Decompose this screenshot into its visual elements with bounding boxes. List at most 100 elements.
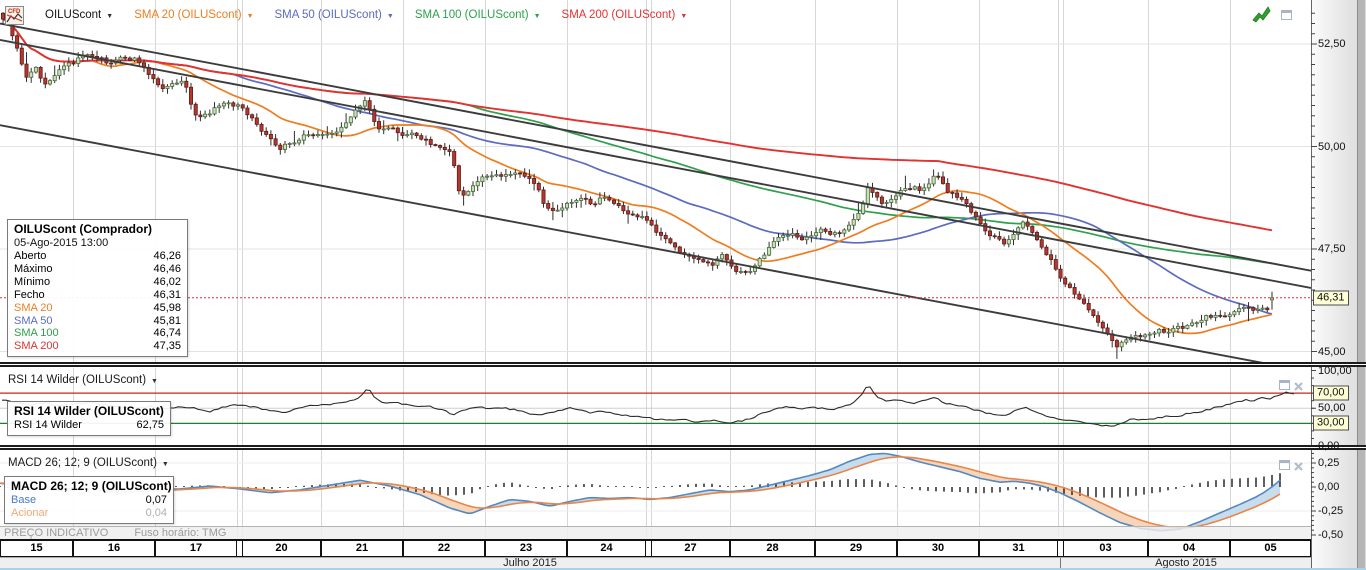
restore-window-icon[interactable]: [1281, 10, 1292, 20]
indicator-label: SMA 100 (OILUScont): [414, 9, 529, 21]
tooltip-title: MACD 26; 12; 9 (OILUScont): [11, 479, 172, 493]
chevron-down-icon: ▼: [151, 377, 158, 385]
candlestick-series: [0, 12, 1275, 359]
ohlc-tooltip: OILUScont (Comprador) 05-Ago-2015 13:00 …: [7, 219, 188, 358]
instrument-selector[interactable]: OILUScont ▼: [45, 9, 113, 21]
tooltip-row-value: 47,35: [153, 340, 181, 353]
day-label[interactable]: 15: [0, 541, 73, 556]
day-label[interactable]: 20: [242, 541, 321, 556]
price-tick-label: 52,50: [1318, 38, 1346, 50]
tooltip-row: Acionar 0,04: [11, 507, 167, 520]
rsi-tick-label: 0,00: [1318, 440, 1340, 452]
trendline-1: [0, 22, 1311, 272]
rsi-panel-header[interactable]: RSI 14 Wilder (OILUScont) ▼: [8, 374, 158, 386]
day-label[interactable]: 29: [815, 541, 897, 556]
rsi-header-label: RSI 14 Wilder (OILUScont): [8, 374, 147, 386]
chart-canvas[interactable]: [0, 0, 1366, 570]
tooltip-row-value: 0,04: [145, 506, 167, 519]
day-label[interactable]: 30: [897, 541, 979, 556]
chevron-down-icon: ▼: [386, 12, 394, 20]
indicator-selectors: SMA 20 (OILUScont) ▼ SMA 50 (OILUScont) ▼ SM…: [134, 9, 687, 21]
tooltip-row-label: SMA 20: [14, 301, 53, 314]
tooltip-row-value: 46,46: [153, 262, 181, 275]
indicative-price-label: PREÇO INDICATIVO: [4, 527, 109, 539]
tooltip-row-value: 62,75: [136, 419, 164, 431]
price-tick-label: 45,00: [1318, 345, 1346, 358]
price-tick-label: 50,00: [1318, 140, 1346, 153]
tooltip-row-value: 45,81: [153, 314, 181, 327]
indicator-selector[interactable]: SMA 20 (OILUScont) ▼: [134, 9, 253, 21]
indicator-selector[interactable]: SMA 200 (OILUScont) ▼: [562, 9, 688, 21]
timezone-label: Fuso horário: TMG: [134, 527, 227, 539]
time-axis-days[interactable]: 15 16 17 20 21 22 23 24 27 28 29 30 31 03 04 05: [0, 539, 1311, 557]
tooltip-row: SMA 50 45,81: [14, 315, 181, 328]
tooltip-row: Base 0,07: [11, 494, 167, 507]
tooltip-row-value: 45,98: [153, 301, 181, 314]
macd-panel: [0, 452, 1281, 532]
macd-tick-label: 0,25: [1318, 457, 1340, 469]
rsi-tooltip: RSI 14 Wilder (OILUScont) RSI 14 Wilder 6…: [7, 401, 171, 436]
gridlines: [0, 0, 1312, 538]
tooltip-row-label: Base: [11, 494, 37, 506]
rsi-tick-label: 50,00: [1318, 402, 1346, 415]
day-label[interactable]: 16: [73, 541, 155, 556]
indicator-selector[interactable]: SMA 50 (OILUScont) ▼: [275, 9, 394, 21]
tooltip-row-label: SMA 200: [14, 340, 59, 353]
macd-tick-label: 0,00: [1318, 481, 1340, 493]
candlestick-panel: [0, 12, 1311, 362]
day-label[interactable]: 04: [1148, 541, 1230, 556]
chevron-down-icon: ▼: [161, 460, 169, 468]
day-label[interactable]: 27: [651, 541, 730, 556]
indicator-label: SMA 20 (OILUScont): [134, 9, 242, 21]
rsi-tick-label: 30,00: [1313, 415, 1349, 431]
trading-chart-window: CFD OILUScont ▼ SMA 20 (OILUScont) ▼ SMA 5…: [0, 0, 1366, 570]
cfd-instrument-icon: CFD: [5, 5, 24, 25]
chevron-down-icon: ▼: [533, 12, 541, 20]
rsi-close-icon[interactable]: [1293, 379, 1304, 397]
day-label[interactable]: 23: [485, 541, 567, 556]
tooltip-row-value: 0,07: [145, 494, 167, 506]
macd-tooltip: MACD 26; 12; 9 (OILUScont) Base 0,07 Acion…: [4, 476, 174, 524]
macd-close-icon[interactable]: [1293, 459, 1304, 477]
tooltip-row-value: 46,74: [153, 327, 181, 340]
macd-restore-icon[interactable]: [1279, 460, 1290, 470]
rsi-tick-label: 70,00: [1313, 385, 1349, 401]
day-label[interactable]: 05: [1230, 541, 1311, 556]
tooltip-row-label: Fecho: [14, 288, 45, 301]
day-label[interactable]: 22: [403, 541, 485, 556]
macd-tick-label: -0,25: [1318, 505, 1344, 517]
chevron-down-icon: ▼: [246, 12, 254, 20]
indicator-label: SMA 50 (OILUScont): [274, 9, 382, 21]
indicator-label: SMA 200 (OILUScont): [561, 9, 676, 21]
panel-divider-rsi-macd[interactable]: [0, 445, 1366, 450]
chevron-down-icon: ▼: [106, 12, 114, 20]
tooltip-row: RSI 14 Wilder 62,75: [14, 419, 164, 432]
tooltip-row-label: RSI 14 Wilder: [14, 419, 82, 431]
indicator-selector[interactable]: SMA 100 (OILUScont) ▼: [415, 9, 541, 21]
day-label[interactable]: 17: [155, 541, 237, 556]
tooltip-row-value: 46,02: [153, 275, 181, 288]
tooltip-row: Aberto 46,26: [14, 250, 181, 263]
day-label[interactable]: 21: [321, 541, 403, 556]
day-label[interactable]: 31: [979, 541, 1058, 556]
tooltip-row: Fecho 46,31: [14, 289, 181, 302]
rsi-tick-label: 100,00: [1318, 364, 1352, 377]
tooltip-row: SMA 100 46,74: [14, 327, 181, 340]
rsi-restore-icon[interactable]: [1279, 380, 1290, 390]
panel-divider-main-rsi[interactable]: [0, 362, 1366, 367]
status-bar: PREÇO INDICATIVO Fuso horário: TMG: [0, 526, 1311, 539]
day-label[interactable]: 03: [1063, 541, 1148, 556]
tooltip-row-label: Acionar: [11, 506, 49, 519]
last-price-tag: 46,31: [1313, 290, 1349, 306]
macd-panel-header[interactable]: MACD 26; 12; 9 (OILUScont) ▼: [8, 457, 169, 469]
trendline-2: [0, 38, 1311, 289]
chart-toolbar: CFD OILUScont ▼ SMA 20 (OILUScont) ▼ SMA 5…: [5, 5, 687, 25]
tooltip-row-label: SMA 50: [14, 314, 53, 327]
day-label[interactable]: 24: [567, 541, 646, 556]
day-label[interactable]: 28: [730, 541, 815, 556]
tooltip-row-value: 46,26: [153, 250, 181, 262]
tooltip-row: SMA 200 47,35: [14, 340, 181, 353]
macd-header-label: MACD 26; 12; 9 (OILUScont): [8, 457, 157, 469]
trend-flash-icon[interactable]: [1252, 5, 1272, 28]
sma-50-line: [2, 18, 1273, 315]
